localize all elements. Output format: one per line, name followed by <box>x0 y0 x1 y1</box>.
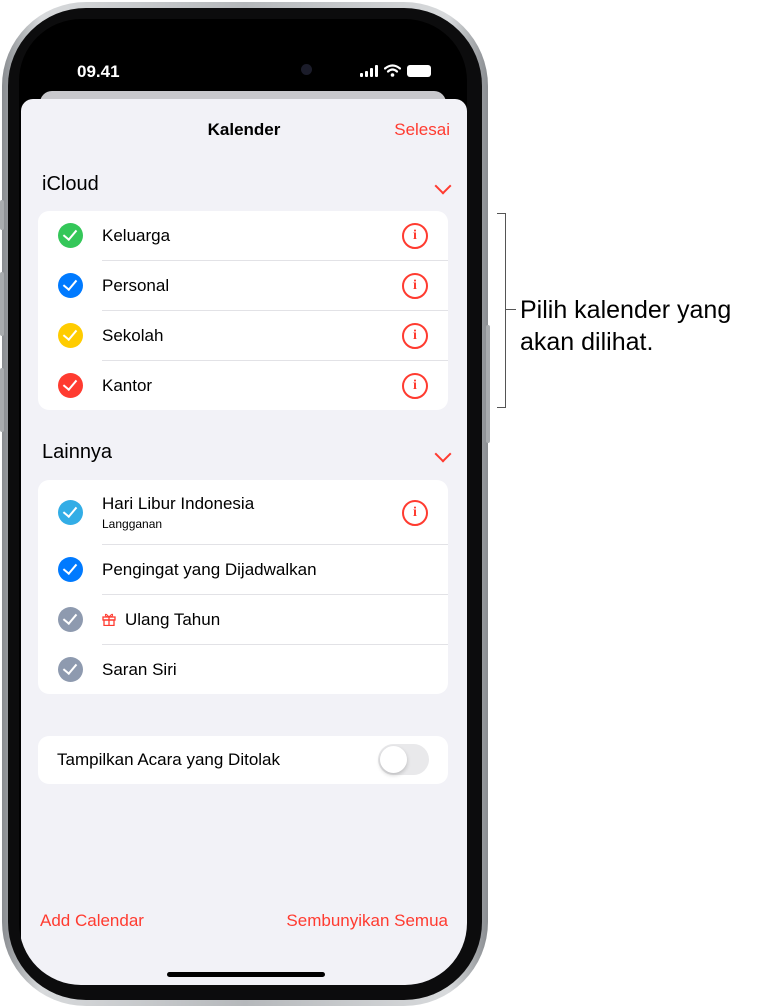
hide-all-button[interactable]: Sembunyikan Semua <box>286 911 448 931</box>
declined-events-group: Tampilkan Acara yang Ditolak <box>38 736 448 784</box>
calendar-label: Sekolah <box>102 326 164 345</box>
callout-text: Pilih kalender yang akan dilihat. <box>520 294 731 358</box>
checkmark-icon[interactable] <box>58 273 83 298</box>
gift-icon <box>102 613 116 626</box>
other-calendar-group: Hari Libur Indonesia Langganan i Penging… <box>38 480 448 694</box>
volume-down-button <box>0 368 4 432</box>
chevron-down-icon[interactable] <box>434 445 452 463</box>
section-header-icloud: iCloud <box>42 173 99 195</box>
calendars-sheet: Kalender Selesai iCloud Keluarga i Perso… <box>21 99 467 985</box>
info-icon[interactable]: i <box>402 273 428 299</box>
info-icon[interactable]: i <box>402 223 428 249</box>
front-camera <box>301 64 312 75</box>
calendar-label: Ulang Tahun <box>125 610 221 629</box>
calendar-row-kantor[interactable]: Kantor i <box>38 361 448 410</box>
info-icon[interactable]: i <box>402 373 428 399</box>
calendar-row-ulang-tahun[interactable]: Ulang Tahun <box>38 595 448 645</box>
declined-events-toggle[interactable] <box>378 744 429 775</box>
calendar-row-hari-libur[interactable]: Hari Libur Indonesia Langganan i <box>38 480 448 545</box>
calendar-label: Personal <box>102 276 170 295</box>
callout-line-2: akan dilihat. <box>520 328 654 356</box>
declined-events-row: Tampilkan Acara yang Ditolak <box>38 736 448 784</box>
callout-leader <box>505 309 516 310</box>
icloud-calendar-group: Keluarga i Personal i Sekolah i Kantor i <box>38 211 448 410</box>
done-button[interactable]: Selesai <box>394 120 450 140</box>
section-header-lainnya: Lainnya <box>42 441 113 463</box>
calendar-label: Keluarga <box>102 226 171 245</box>
status-icons <box>360 64 431 77</box>
checkmark-icon[interactable] <box>58 373 83 398</box>
signal-icon <box>360 64 378 77</box>
calendar-row-sekolah[interactable]: Sekolah i <box>38 311 448 361</box>
checkmark-icon[interactable] <box>58 223 83 248</box>
home-indicator[interactable] <box>167 972 325 977</box>
calendar-row-saran-siri[interactable]: Saran Siri <box>38 645 448 694</box>
add-calendar-button[interactable]: Add Calendar <box>40 911 144 931</box>
volume-up-button <box>0 272 4 336</box>
action-button <box>0 200 4 230</box>
calendar-label: Hari Libur Indonesia <box>102 494 255 513</box>
calendar-sublabel: Langganan <box>102 517 163 531</box>
info-icon[interactable]: i <box>402 500 428 526</box>
dynamic-island <box>190 51 334 87</box>
checkmark-icon[interactable] <box>58 657 83 682</box>
callout-line-1: Pilih kalender yang <box>520 296 732 324</box>
calendar-row-keluarga[interactable]: Keluarga i <box>38 211 448 261</box>
info-icon[interactable]: i <box>402 323 428 349</box>
calendar-label: Pengingat yang Dijadwalkan <box>102 560 317 579</box>
checkmark-icon[interactable] <box>58 607 83 632</box>
callout-bracket <box>497 213 506 408</box>
checkmark-icon[interactable] <box>58 500 83 525</box>
calendar-row-personal[interactable]: Personal i <box>38 261 448 311</box>
toggle-knob <box>380 746 407 773</box>
calendar-label: Kantor <box>102 376 153 395</box>
declined-events-label: Tampilkan Acara yang Ditolak <box>57 750 281 769</box>
battery-icon <box>407 64 431 77</box>
checkmark-icon[interactable] <box>58 557 83 582</box>
status-time: 09.41 <box>77 62 120 81</box>
calendar-row-pengingat[interactable]: Pengingat yang Dijadwalkan <box>38 545 448 595</box>
wifi-icon <box>384 64 401 77</box>
checkmark-icon[interactable] <box>58 323 83 348</box>
chevron-down-icon[interactable] <box>434 177 452 195</box>
calendar-label: Saran Siri <box>102 660 177 679</box>
phone-screen: 09.41 Kalender Selesai iCloud Keluarga i <box>19 19 467 985</box>
power-button <box>486 325 490 443</box>
